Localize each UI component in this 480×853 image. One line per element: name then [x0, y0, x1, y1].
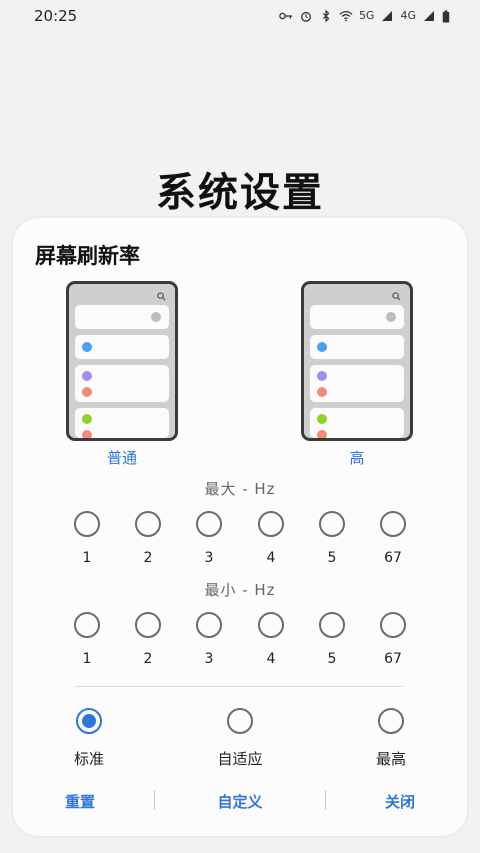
- status-icons: 5G 4G: [279, 9, 450, 23]
- close-button[interactable]: 关闭: [355, 791, 445, 812]
- color-dot: [317, 371, 327, 381]
- signal-icon: [382, 11, 393, 21]
- status-bar: 20:25 5G 4G: [0, 0, 480, 34]
- color-dot: [317, 430, 327, 438]
- min-hz-value: 2: [143, 651, 153, 667]
- custom-button[interactable]: 自定义: [195, 791, 285, 812]
- preview-card: [75, 305, 169, 329]
- min-hz-label: 最小 - Hz: [204, 581, 276, 599]
- min-hz-radio-2[interactable]: [135, 612, 161, 638]
- preview-card: [75, 408, 169, 438]
- min-hz-value: 67: [384, 651, 402, 667]
- color-dot: [317, 342, 327, 352]
- preset-standard-radio[interactable]: [76, 708, 102, 734]
- button-separator: [154, 790, 155, 810]
- button-separator: [325, 790, 326, 810]
- status-time: 20:25: [34, 7, 78, 25]
- max-hz-value: 1: [82, 550, 92, 566]
- preview-card: [310, 408, 404, 438]
- min-hz-value: 4: [266, 651, 276, 667]
- preset-adaptive-label: 自适应: [217, 750, 263, 768]
- max-hz-radio-4[interactable]: [258, 511, 284, 537]
- preset-highest-radio[interactable]: [378, 708, 404, 734]
- preview-card: [310, 305, 404, 329]
- bluetooth-icon: [322, 10, 330, 22]
- preview-normal[interactable]: [66, 281, 178, 441]
- max-hz-value: 4: [266, 550, 276, 566]
- preset-highest-label: 最高: [375, 750, 406, 768]
- min-hz-value: 1: [82, 651, 92, 667]
- color-dot: [82, 387, 92, 397]
- min-hz-value: 3: [204, 651, 214, 667]
- divider: [75, 686, 403, 687]
- page-title: 系统设置: [156, 170, 324, 216]
- max-hz-value: 5: [327, 550, 337, 566]
- toggle-dot: [386, 312, 396, 322]
- color-dot: [82, 414, 92, 424]
- min-hz-radio-67[interactable]: [380, 612, 406, 638]
- refresh-rate-dialog: 屏幕刷新率 普通 高 最大 - Hz 1 2 3 4 5 67 最小 - Hz …: [13, 218, 467, 836]
- min-hz-value: 5: [327, 651, 337, 667]
- max-hz-radio-5[interactable]: [319, 511, 345, 537]
- network-5g-label: 5G: [358, 9, 375, 22]
- mode-normal-label[interactable]: 普通: [66, 447, 178, 468]
- color-dot: [82, 430, 92, 438]
- dialog-title: 屏幕刷新率: [35, 244, 140, 268]
- max-hz-value: 2: [143, 550, 153, 566]
- mode-high-label[interactable]: 高: [301, 447, 413, 468]
- key-icon: [279, 12, 293, 20]
- color-dot: [82, 342, 92, 352]
- reset-button[interactable]: 重置: [35, 791, 125, 812]
- max-hz-radio-2[interactable]: [135, 511, 161, 537]
- preview-card: [75, 335, 169, 359]
- battery-icon: [442, 9, 450, 23]
- max-hz-radio-1[interactable]: [74, 511, 100, 537]
- alarm-icon: [301, 11, 311, 22]
- preset-standard-label: 标准: [73, 750, 104, 768]
- min-hz-radio-3[interactable]: [196, 612, 222, 638]
- signal-icon-2: [424, 11, 434, 21]
- search-icon: [392, 292, 401, 301]
- toggle-dot: [151, 312, 161, 322]
- max-hz-label: 最大 - Hz: [204, 480, 276, 498]
- min-hz-radio-1[interactable]: [74, 612, 100, 638]
- wifi-icon: [339, 11, 353, 22]
- preset-adaptive-radio[interactable]: [227, 708, 253, 734]
- max-hz-value: 3: [204, 550, 214, 566]
- preview-card: [310, 335, 404, 359]
- preview-card: [75, 365, 169, 402]
- max-hz-radio-3[interactable]: [196, 511, 222, 537]
- preview-high[interactable]: [301, 281, 413, 441]
- color-dot: [82, 371, 92, 381]
- color-dot: [317, 387, 327, 397]
- color-dot: [317, 414, 327, 424]
- network-4g-label: 4G: [400, 9, 416, 22]
- preview-card: [310, 365, 404, 402]
- min-hz-radio-5[interactable]: [319, 612, 345, 638]
- max-hz-value: 67: [384, 550, 402, 566]
- min-hz-radio-4[interactable]: [258, 612, 284, 638]
- search-icon: [157, 292, 166, 301]
- max-hz-radio-67[interactable]: [380, 511, 406, 537]
